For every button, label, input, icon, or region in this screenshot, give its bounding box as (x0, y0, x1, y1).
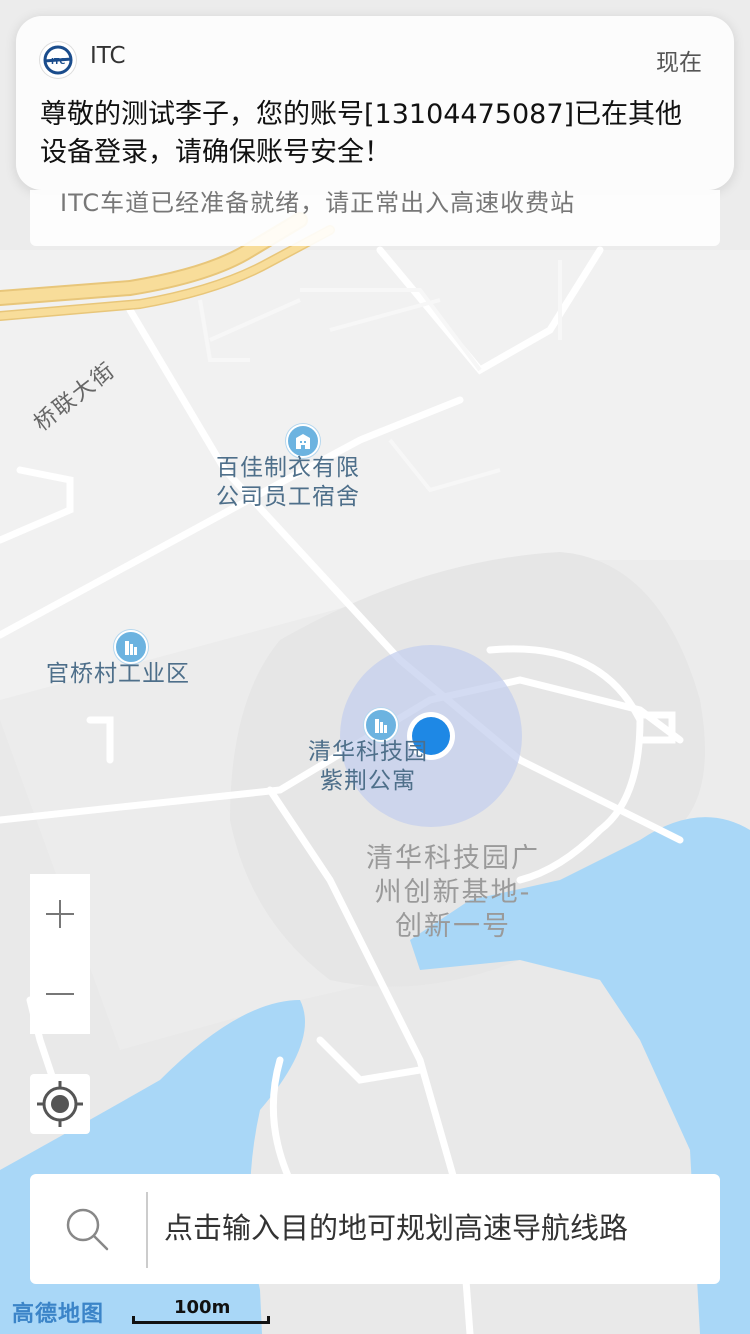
building-icon (286, 424, 320, 458)
destination-search-input[interactable] (164, 1198, 704, 1258)
poi-label-tsinghua-apartment[interactable]: 清华科技园 紫荆公寓 (308, 738, 428, 796)
lane-status-banner: ITC车道已经准备就绪，请正常出入高速收费站 (30, 190, 720, 246)
search-bar[interactable] (30, 1174, 720, 1284)
scale-label: 100m (174, 1297, 231, 1318)
zoom-out-button[interactable] (30, 954, 90, 1034)
notification-message: 尊敬的测试李子，您的账号[13104475087]已在其他设备登录，请确保账号安… (40, 99, 683, 168)
svg-text:ITC: ITC (51, 57, 65, 66)
zoom-control (30, 874, 90, 1034)
locate-icon (37, 1081, 83, 1127)
poi-label-guanqiao[interactable]: 官桥村工业区 (46, 660, 190, 689)
search-icon (66, 1208, 109, 1251)
plus-icon (46, 900, 74, 928)
notification-app-name: ITC (90, 43, 126, 69)
amap-logo: 高德地图 (12, 1302, 105, 1327)
scale-bar (132, 1316, 270, 1324)
locate-button[interactable] (30, 1074, 90, 1134)
banner-text: ITC车道已经准备就绪，请正常出入高速收费站 (60, 189, 576, 217)
zoom-in-button[interactable] (30, 874, 90, 954)
minus-icon (46, 993, 74, 995)
poi-label-baijia[interactable]: 百佳制衣有限 公司员工宿舍 (216, 454, 360, 512)
notification-time: 现在 (656, 50, 702, 76)
building-icon (364, 708, 398, 742)
building-icon (114, 630, 148, 664)
push-notification[interactable]: ITC ITC 现在 尊敬的测试李子，您的账号[13104475087]已在其他… (16, 16, 734, 190)
search-divider (146, 1192, 148, 1268)
area-label-innovation-base: 清华科技园广 州创新基地- 创新一号 (366, 843, 540, 942)
itc-app-icon: ITC (40, 42, 76, 78)
